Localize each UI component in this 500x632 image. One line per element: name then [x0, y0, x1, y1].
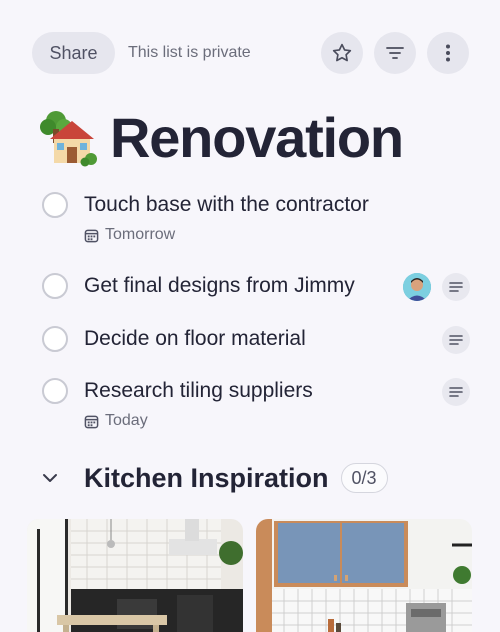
filter-button[interactable] [374, 32, 416, 74]
privacy-status: This list is private [128, 44, 251, 61]
more-options-button[interactable] [427, 32, 469, 74]
top-bar: Share This list is private [32, 32, 469, 74]
task-title[interactable]: Get final designs from Jimmy [84, 274, 355, 298]
task-item[interactable]: Touch base with the contractor Tomorrow [40, 192, 470, 248]
notes-button[interactable] [442, 326, 470, 354]
filter-icon [386, 47, 404, 59]
inspiration-image-card[interactable] [256, 519, 472, 632]
calendar-icon [84, 415, 99, 428]
star-icon [332, 43, 352, 62]
task-title[interactable]: Research tiling suppliers [84, 379, 313, 403]
notes-button[interactable] [442, 378, 470, 406]
favorite-button[interactable] [321, 32, 363, 74]
kitchen-photo-image [256, 519, 472, 632]
due-date-text: Tomorrow [105, 226, 176, 243]
calendar-icon [84, 229, 99, 242]
house-with-garden-icon [40, 111, 97, 167]
list-header: Renovation [40, 104, 404, 170]
task-item[interactable]: Decide on floor material [40, 326, 470, 356]
notes-icon [449, 335, 463, 345]
notes-icon [449, 387, 463, 397]
task-checkbox[interactable] [42, 378, 68, 404]
list-title[interactable]: Renovation [110, 105, 404, 170]
task-item[interactable]: Get final designs from Jimmy [40, 273, 470, 303]
task-checkbox[interactable] [42, 192, 68, 218]
collapse-toggle[interactable] [40, 463, 70, 493]
share-button[interactable]: Share [32, 32, 115, 74]
notes-button[interactable] [442, 273, 470, 301]
section-title[interactable]: Kitchen Inspiration [84, 463, 329, 494]
task-title[interactable]: Decide on floor material [84, 327, 306, 351]
task-title[interactable]: Touch base with the contractor [84, 193, 369, 217]
person-avatar-icon [403, 273, 431, 301]
chevron-down-icon [43, 474, 57, 482]
inspiration-image-card[interactable] [27, 519, 243, 632]
due-date-text: Today [105, 412, 148, 429]
task-due-date: Tomorrow [84, 226, 175, 244]
assignee-avatar[interactable] [403, 273, 431, 301]
more-vertical-icon [446, 44, 450, 62]
task-checkbox[interactable] [42, 273, 68, 299]
task-item[interactable]: Research tiling suppliers Today [40, 378, 470, 434]
section-count-badge: 0/3 [340, 463, 388, 493]
kitchen-photo-image [27, 519, 243, 632]
task-due-date: Today [84, 412, 148, 430]
task-checkbox[interactable] [42, 326, 68, 352]
section-header[interactable]: Kitchen Inspiration 0/3 [40, 459, 470, 497]
notes-icon [449, 282, 463, 292]
